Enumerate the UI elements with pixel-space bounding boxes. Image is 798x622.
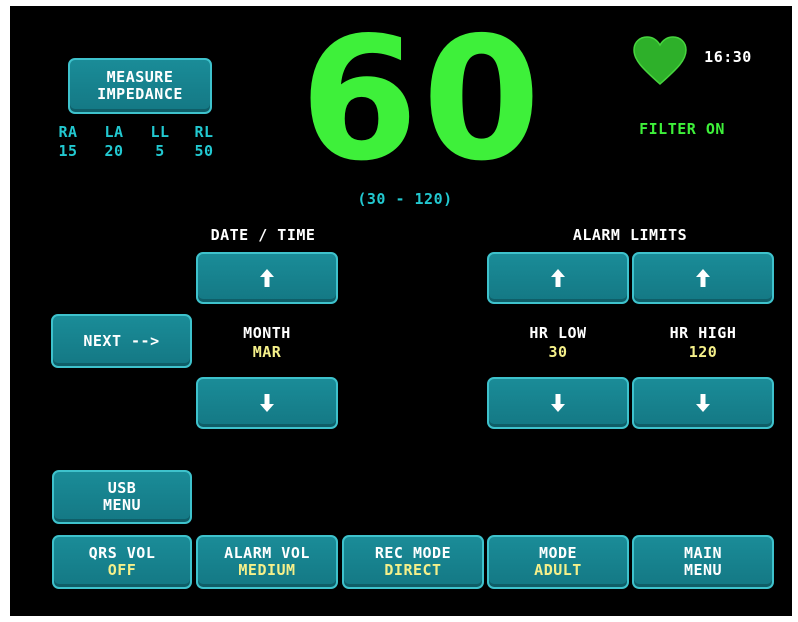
heart-rate-range: (30 - 120) (357, 190, 453, 208)
next-button[interactable]: NEXT --> (51, 314, 192, 368)
qrs-vol-label: QRS VOL (88, 544, 156, 562)
arrow-up-icon (260, 269, 274, 287)
main-menu-line2: MENU (683, 561, 723, 579)
arrow-down-icon (551, 394, 565, 412)
hr-low-up-button[interactable] (487, 252, 629, 304)
hr-low-down-button[interactable] (487, 377, 629, 429)
rec-mode-button[interactable]: REC MODE DIRECT (342, 535, 484, 589)
alarm-vol-label: ALARM VOL (224, 544, 310, 562)
lead-ll-label: LL (150, 123, 170, 141)
date-field-label: MONTH (243, 324, 291, 342)
arrow-down-icon (696, 394, 710, 412)
rec-mode-label: REC MODE (374, 544, 452, 562)
qrs-vol-value: OFF (107, 561, 137, 579)
arrow-down-icon (260, 394, 274, 412)
hr-high-up-button[interactable] (632, 252, 774, 304)
main-menu-line1: MAIN (683, 544, 723, 562)
lead-ll-value: 5 (155, 142, 165, 160)
hr-high-down-button[interactable] (632, 377, 774, 429)
arrow-up-icon (551, 269, 565, 287)
monitor-screen: MEASURE IMPEDANCE RA LA LL RL 15 20 5 50… (10, 6, 792, 616)
heart-icon (632, 36, 688, 86)
mode-value: ADULT (534, 561, 582, 579)
clock-time: 16:30 (704, 48, 752, 66)
next-button-label: NEXT --> (83, 331, 160, 350)
measure-impedance-line2: IMPEDANCE (97, 85, 183, 103)
lead-ra-value: 15 (58, 142, 78, 160)
measure-impedance-line1: MEASURE (106, 68, 174, 86)
date-down-button[interactable] (196, 377, 338, 429)
lead-rl-label: RL (194, 123, 214, 141)
alarm-limits-title: ALARM LIMITS (572, 226, 688, 244)
usb-menu-button[interactable]: USB MENU (52, 470, 192, 524)
qrs-vol-button[interactable]: QRS VOL OFF (52, 535, 192, 589)
usb-menu-line1: USB (107, 479, 137, 497)
rec-mode-value: DIRECT (384, 561, 442, 579)
filter-status: FILTER ON (639, 120, 725, 138)
mode-label: MODE (538, 544, 578, 562)
main-menu-button[interactable]: MAIN MENU (632, 535, 774, 589)
heart-rate-value: 60 (300, 6, 545, 199)
mode-button[interactable]: MODE ADULT (487, 535, 629, 589)
usb-menu-line2: MENU (102, 496, 142, 514)
date-field-value: MAR (252, 343, 282, 361)
hr-low-label: HR LOW (529, 324, 587, 342)
hr-high-label: HR HIGH (669, 324, 737, 342)
alarm-vol-button[interactable]: ALARM VOL MEDIUM (196, 535, 338, 589)
hr-high-value: 120 (688, 343, 718, 361)
alarm-vol-value: MEDIUM (238, 561, 296, 579)
date-time-title: DATE / TIME (210, 226, 316, 244)
lead-ra-label: RA (58, 123, 78, 141)
lead-rl-value: 50 (194, 142, 214, 160)
lead-la-value: 20 (104, 142, 124, 160)
lead-la-label: LA (104, 123, 124, 141)
date-up-button[interactable] (196, 252, 338, 304)
hr-low-value: 30 (548, 343, 568, 361)
measure-impedance-button[interactable]: MEASURE IMPEDANCE (68, 58, 212, 114)
arrow-up-icon (696, 269, 710, 287)
